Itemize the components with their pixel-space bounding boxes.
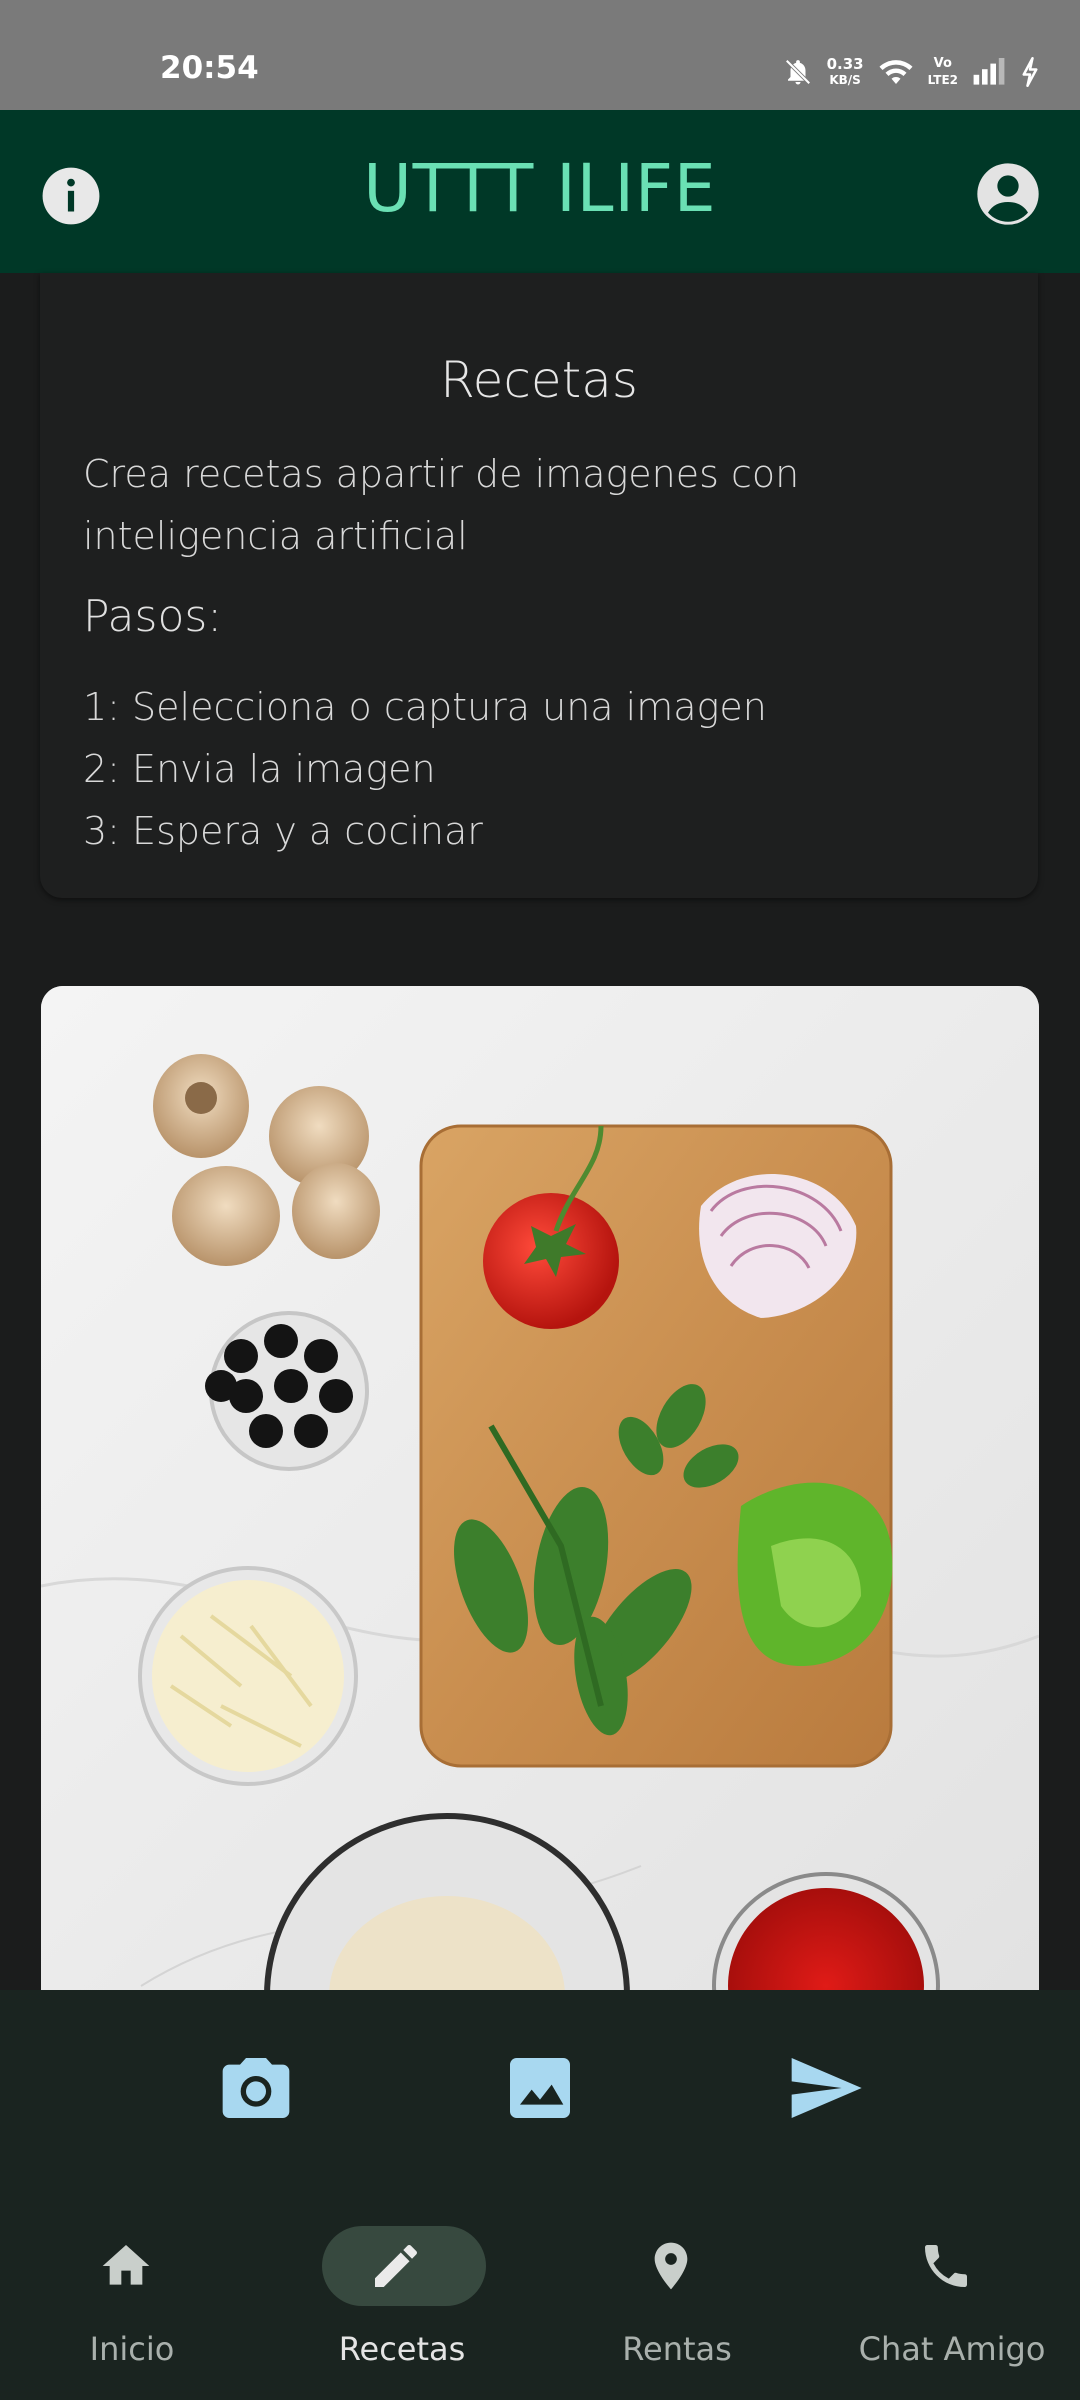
step-item: 1: Selecciona o captura una imagen xyxy=(83,685,767,729)
network-speed-unit: KB/S xyxy=(829,73,861,87)
app-title: UTTT ILIFE xyxy=(363,150,717,227)
send-icon[interactable] xyxy=(785,2048,865,2128)
location-pin-icon xyxy=(654,2242,688,2290)
nav-label: Rentas xyxy=(622,2330,732,2368)
status-icons: 0.33 KB/S Vo LTE2 xyxy=(783,50,1040,94)
network-speed-value: 0.33 xyxy=(826,55,864,73)
app-bar: UTTT ILIFE xyxy=(0,110,1080,273)
image-action-bar xyxy=(0,1990,1080,2190)
bottom-navigation: Inicio Recetas Rentas Chat Amigo xyxy=(0,2190,1080,2400)
step-item: 2: Envia la imagen xyxy=(83,747,436,791)
volte-icon: Vo LTE2 xyxy=(928,56,958,88)
volte-top: Vo xyxy=(933,56,952,71)
account-circle-icon[interactable] xyxy=(976,162,1040,226)
nav-label: Inicio xyxy=(89,2330,175,2368)
steps-heading: Pasos: xyxy=(83,591,223,642)
card-description: Crea recetas apartir de imagenes con int… xyxy=(83,452,800,558)
nav-label: Recetas xyxy=(338,2330,466,2368)
volte-bottom: LTE2 xyxy=(927,73,958,87)
status-time: 20:54 xyxy=(160,50,259,86)
nav-item-chat-amigo[interactable]: Chat Amigo xyxy=(832,2226,1072,2368)
nav-item-recetas[interactable]: Recetas xyxy=(282,2226,522,2368)
card-title: Recetas xyxy=(440,351,638,409)
step-item: 3: Espera y a cocinar xyxy=(83,809,483,853)
image-icon[interactable] xyxy=(500,2048,580,2128)
signal-icon xyxy=(973,58,1005,85)
phone-icon xyxy=(925,2245,967,2287)
recipes-intro-card: Recetas Crea recetas apartir de imagenes… xyxy=(40,273,1038,898)
pencil-icon xyxy=(375,2244,417,2287)
network-speed: 0.33 KB/S xyxy=(827,56,864,88)
status-bar: 20:54 0.33 KB/S Vo LTE2 xyxy=(0,0,1080,110)
nav-label: Chat Amigo xyxy=(858,2330,1046,2368)
wifi-icon xyxy=(879,60,913,84)
bell-off-icon xyxy=(785,59,811,85)
camera-icon[interactable] xyxy=(216,2048,296,2128)
charging-icon xyxy=(1022,57,1038,87)
ingredients-photo xyxy=(41,986,1039,2000)
nav-item-rentas[interactable]: Rentas xyxy=(557,2226,797,2368)
home-icon xyxy=(102,2245,150,2285)
nav-item-inicio[interactable]: Inicio xyxy=(12,2226,252,2368)
selected-image-preview xyxy=(41,986,1039,2000)
